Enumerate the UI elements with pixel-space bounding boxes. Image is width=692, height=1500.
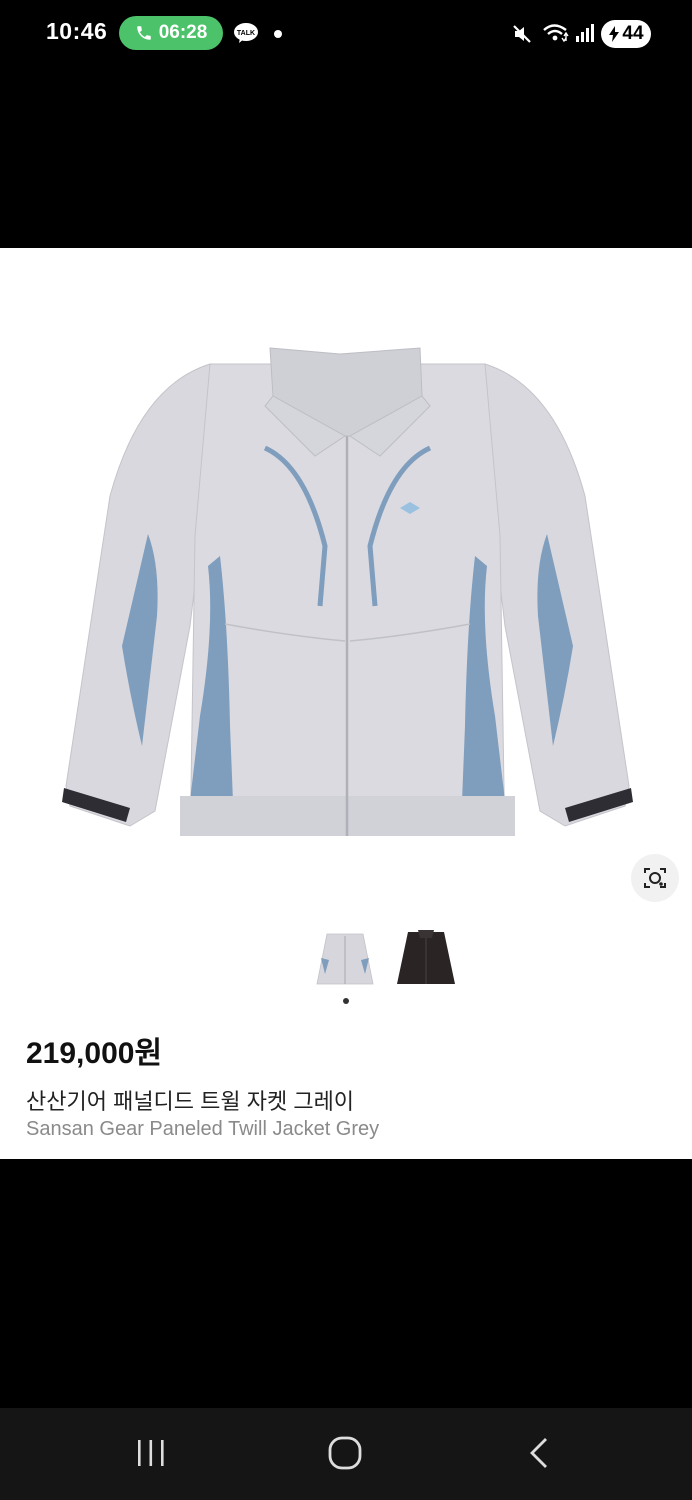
product-content: 219,000원 산산기어 패널디드 트윌 자켓 그레이 Sansan Gear… [0, 248, 692, 1159]
notification-dot [274, 30, 282, 38]
mute-icon [513, 25, 531, 43]
home-icon[interactable] [326, 1434, 364, 1472]
product-thumbnail-black[interactable] [392, 922, 460, 990]
navigation-bar [0, 1408, 692, 1500]
visual-search-button[interactable] [631, 854, 679, 902]
phone-icon [136, 26, 151, 40]
product-thumbnail-grey[interactable] [311, 922, 379, 990]
image-page-indicator [343, 998, 349, 1004]
talk-icon-label: TALK [237, 30, 255, 37]
product-name-korean: 산산기어 패널디드 트윌 자켓 그레이 [26, 1089, 355, 1114]
product-name-english: Sansan Gear Paneled Twill Jacket Grey [26, 1118, 380, 1140]
status-time: 10:46 [46, 18, 108, 44]
back-icon[interactable] [526, 1436, 552, 1470]
recent-apps-icon[interactable] [132, 1436, 170, 1470]
status-bar: 10:46 06:28 TALK 44 [0, 0, 692, 70]
visual-search-icon [644, 868, 666, 888]
battery-level: 44 [622, 23, 644, 44]
call-timer: 06:28 [158, 22, 208, 43]
charging-bolt-icon [609, 26, 620, 42]
product-image[interactable] [60, 296, 635, 836]
signal-icon [576, 24, 594, 42]
product-price: 219,000원 [26, 1037, 163, 1070]
ongoing-call-pill[interactable]: 06:28 [119, 16, 223, 50]
wifi-icon [543, 24, 569, 43]
battery-indicator: 44 [601, 20, 651, 48]
kakaotalk-icon: TALK [234, 23, 258, 43]
